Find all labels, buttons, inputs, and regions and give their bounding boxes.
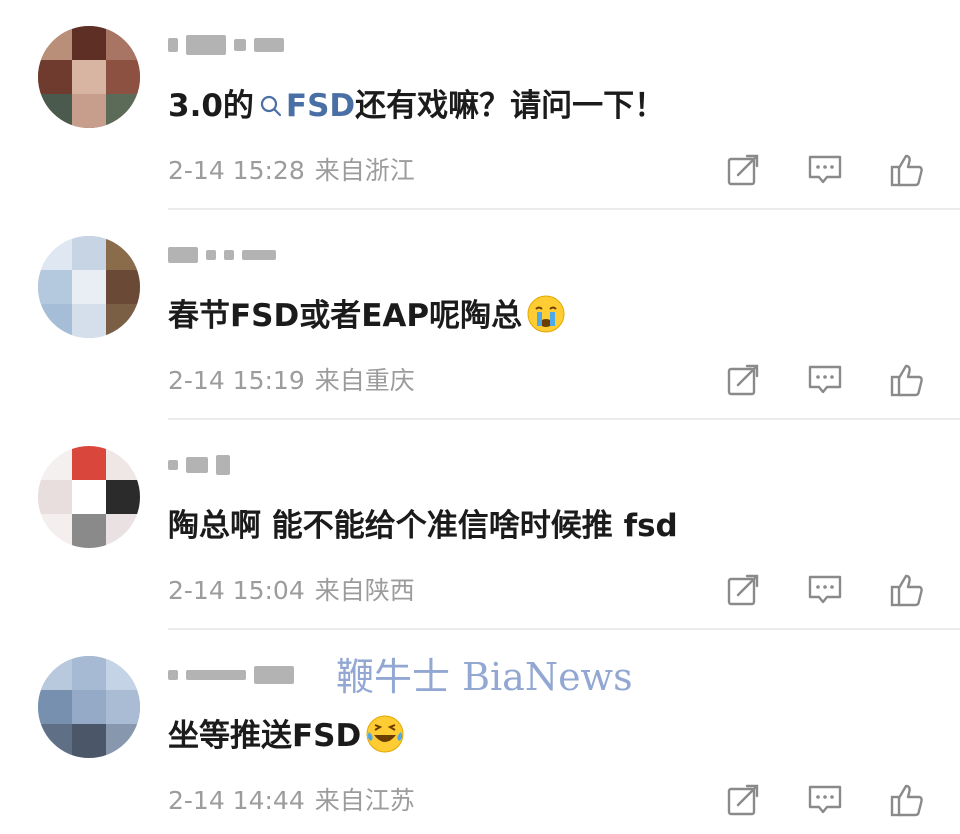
comment-date: 2-14 15:19 <box>168 366 305 395</box>
comment-meta: 2-14 15:04 来自陕西 <box>168 571 415 607</box>
like-icon <box>890 154 923 187</box>
like-icon <box>890 364 923 397</box>
comment-actions <box>722 569 928 611</box>
comment-location: 来自江苏 <box>314 786 415 815</box>
divider <box>168 628 960 630</box>
comment-meta: 2-14 15:28 来自浙江 <box>168 151 415 187</box>
comment-icon <box>808 785 842 814</box>
username-redacted[interactable] <box>168 242 276 268</box>
divider <box>168 208 960 210</box>
reply-button[interactable] <box>804 359 846 401</box>
like-icon <box>890 574 923 607</box>
comment-icon <box>808 575 842 604</box>
comment-actions <box>722 149 928 191</box>
share-button[interactable] <box>722 569 764 611</box>
comment-text-suffix: 还有戏嘛？请问一下！ <box>355 88 666 124</box>
avatar[interactable] <box>38 656 140 758</box>
comment-actions <box>722 359 928 401</box>
username-redacted[interactable] <box>168 662 294 688</box>
comment-text-body: 坐等推送FSD <box>168 718 362 754</box>
share-button[interactable] <box>722 359 764 401</box>
share-icon <box>727 154 759 186</box>
share-button[interactable] <box>722 149 764 191</box>
comment-text-body: 陶总啊 能不能给个准信啥时候推 fsd <box>168 508 678 544</box>
comment-location: 来自重庆 <box>314 366 415 395</box>
search-icon <box>260 95 282 117</box>
comment-text: 陶总啊 能不能给个准信啥时候推 fsd <box>168 504 678 548</box>
comment-actions <box>722 779 928 821</box>
comment-date: 2-14 15:04 <box>168 576 305 605</box>
avatar[interactable] <box>38 26 140 128</box>
topic-link[interactable]: FSD <box>286 88 355 124</box>
like-button[interactable] <box>886 149 928 191</box>
share-icon <box>727 784 759 816</box>
comment-date: 2-14 15:28 <box>168 156 305 185</box>
comment-item: 春节FSD或者EAP呢陶总 2-14 15:19 来自重庆 <box>0 216 960 421</box>
like-icon <box>890 784 923 817</box>
username-redacted[interactable] <box>168 452 230 478</box>
comment-icon <box>808 155 842 184</box>
share-button[interactable] <box>722 779 764 821</box>
reply-button[interactable] <box>804 779 846 821</box>
share-icon <box>727 574 759 606</box>
comment-item: 3.0的 FSD还有戏嘛？请问一下！ 2-14 15:28 来自浙江 <box>0 6 960 211</box>
reply-button[interactable] <box>804 569 846 611</box>
avatar[interactable] <box>38 236 140 338</box>
comment-text: 3.0的 FSD还有戏嘛？请问一下！ <box>168 84 665 128</box>
comment-meta: 2-14 15:19 来自重庆 <box>168 361 415 397</box>
avatar[interactable] <box>38 446 140 548</box>
comment-icon <box>808 365 842 394</box>
comment-meta: 2-14 14:44 来自江苏 <box>168 781 415 817</box>
share-icon <box>727 364 759 396</box>
comment-item: 陶总啊 能不能给个准信啥时候推 fsd 2-14 15:04 来自陕西 <box>0 426 960 631</box>
like-button[interactable] <box>886 359 928 401</box>
username-redacted[interactable] <box>168 32 284 58</box>
comment-text: 春节FSD或者EAP呢陶总 <box>168 294 566 338</box>
comment-text: 坐等推送FSD <box>168 714 405 758</box>
watermark-logo: 鞭牛士 BiaNews <box>336 655 633 699</box>
comment-text-prefix: 3.0的 <box>168 88 254 124</box>
comment-location: 来自浙江 <box>314 156 415 185</box>
like-button[interactable] <box>886 779 928 821</box>
divider <box>168 418 960 420</box>
laughing-tears-face-icon <box>366 715 404 753</box>
comment-date: 2-14 14:44 <box>168 786 305 815</box>
comment-location: 来自陕西 <box>314 576 415 605</box>
crying-face-icon <box>527 295 565 333</box>
reply-button[interactable] <box>804 149 846 191</box>
comment-text-body: 春节FSD或者EAP呢陶总 <box>168 298 523 334</box>
like-button[interactable] <box>886 569 928 611</box>
